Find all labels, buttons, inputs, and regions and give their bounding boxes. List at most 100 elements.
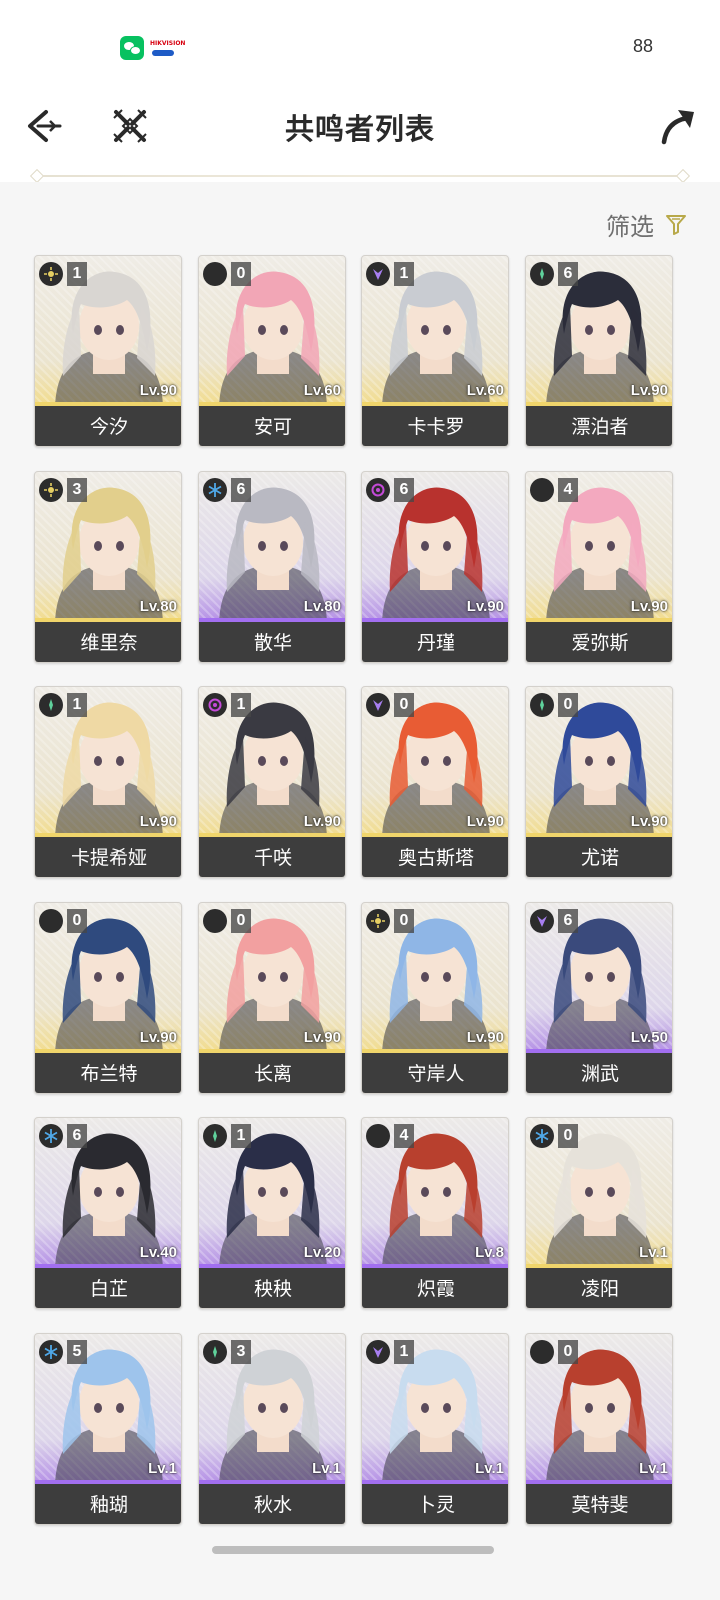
character-name: 卜灵 [362,1484,508,1524]
level-label: Lv.1 [475,1460,504,1477]
character-card[interactable]: 0 Lv.90 奥古斯塔 [361,686,509,878]
character-card[interactable]: 1 Lv.20 秧秧 [198,1117,346,1309]
character-card[interactable]: 3 Lv.1 秋水 [198,1333,346,1525]
character-name: 秧秧 [199,1268,345,1308]
character-card[interactable]: 1 Lv.90 千咲 [198,686,346,878]
character-name: 爱弥斯 [526,622,672,662]
sequence-badge: 0 [394,693,414,717]
status-bar: HIKVISION 88 [0,0,720,92]
character-card[interactable]: 0 Lv.90 长离 [198,902,346,1094]
spectro-element-icon [366,909,390,933]
character-name: 尤诺 [526,837,672,877]
character-card[interactable]: 3 Lv.80 维里奈 [34,471,182,663]
aero-element-icon [39,693,63,717]
sequence-badge: 5 [67,1340,87,1364]
level-label: Lv.90 [630,382,668,399]
filter-button[interactable]: 筛选 [606,206,688,242]
sequence-badge: 0 [558,1340,578,1364]
character-card[interactable]: 6 Lv.80 散华 [198,471,346,663]
electro-element-icon [366,262,390,286]
aero-element-icon [530,262,554,286]
glacio-element-icon [39,1340,63,1364]
aero-element-icon [530,693,554,717]
character-name: 千咲 [199,837,345,877]
character-name: 卡提希娅 [35,837,181,877]
character-card[interactable]: 0 Lv.90 布兰特 [34,902,182,1094]
character-name: 莫特斐 [526,1484,672,1524]
filter-label: 筛选 [606,212,654,241]
resonator-list: 筛选 1 Lv.90 今汐 0 Lv.60 安可 1 Lv.60 卡卡罗 6 Lv.90 漂泊者 3 Lv… [0,182,720,1600]
character-card[interactable]: 0 Lv.1 凌阳 [525,1117,673,1309]
character-card[interactable]: 0 Lv.90 守岸人 [361,902,509,1094]
level-label: Lv.8 [475,1244,504,1261]
spectro-element-icon [39,262,63,286]
level-label: Lv.1 [148,1460,177,1477]
character-card[interactable]: 1 Lv.90 今汐 [34,255,182,447]
sequence-badge: 4 [394,1124,414,1148]
glacio-element-icon [39,1124,63,1148]
sequence-badge: 4 [558,478,578,502]
sequence-badge: 6 [558,262,578,286]
home-indicator[interactable] [212,1546,494,1554]
battery-level: 88 [632,36,653,56]
sequence-badge: 0 [558,1124,578,1148]
level-label: Lv.1 [639,1460,668,1477]
sequence-badge: 1 [67,262,87,286]
header-divider [36,175,684,177]
character-card[interactable]: 5 Lv.1 釉瑚 [34,1333,182,1525]
character-name: 釉瑚 [35,1484,181,1524]
level-label: Lv.90 [466,1029,504,1046]
character-name: 漂泊者 [526,406,672,446]
character-name: 秋水 [199,1484,345,1524]
sequence-badge: 0 [394,909,414,933]
sequence-badge: 3 [67,478,87,502]
sequence-badge: 6 [558,909,578,933]
level-label: Lv.1 [639,1244,668,1261]
sequence-badge: 1 [394,1340,414,1364]
sequence-badge: 6 [67,1124,87,1148]
level-label: Lv.90 [630,598,668,615]
sequence-badge: 0 [558,693,578,717]
character-card[interactable]: 6 Lv.50 渊武 [525,902,673,1094]
character-card[interactable]: 6 Lv.90 漂泊者 [525,255,673,447]
level-label: Lv.80 [303,598,341,615]
character-card[interactable]: 4 Lv.8 炽霞 [361,1117,509,1309]
sequence-badge: 0 [231,909,251,933]
fusion-element-icon [530,1340,554,1364]
glacio-element-icon [530,1124,554,1148]
character-card[interactable]: 0 Lv.60 安可 [198,255,346,447]
character-card[interactable]: 1 Lv.60 卡卡罗 [361,255,509,447]
character-name: 炽霞 [362,1268,508,1308]
level-label: Lv.1 [312,1460,341,1477]
character-name: 维里奈 [35,622,181,662]
character-card[interactable]: 0 Lv.90 尤诺 [525,686,673,878]
character-card[interactable]: 6 Lv.40 白芷 [34,1117,182,1309]
level-label: Lv.90 [303,1029,341,1046]
sequence-badge: 6 [231,478,251,502]
hik-connect-icon: HIKVISION [150,40,185,60]
wechat-icon [120,36,144,60]
aero-element-icon [203,1124,227,1148]
character-card[interactable]: 0 Lv.1 莫特斐 [525,1333,673,1525]
share-button[interactable] [658,106,698,146]
sequence-badge: 1 [231,693,251,717]
spectro-element-icon [39,478,63,502]
character-name: 丹瑾 [362,622,508,662]
character-card[interactable]: 4 Lv.90 爱弥斯 [525,471,673,663]
character-card[interactable]: 6 Lv.90 丹瑾 [361,471,509,663]
sequence-badge: 1 [231,1124,251,1148]
character-name: 守岸人 [362,1053,508,1093]
character-card[interactable]: 1 Lv.1 卜灵 [361,1333,509,1525]
level-label: Lv.20 [303,1244,341,1261]
character-card[interactable]: 1 Lv.90 卡提希娅 [34,686,182,878]
character-name: 散华 [199,622,345,662]
sequence-badge: 3 [231,1340,251,1364]
fusion-element-icon [366,1124,390,1148]
level-label: Lv.90 [466,813,504,830]
character-name: 布兰特 [35,1053,181,1093]
funnel-icon [666,215,686,235]
electro-element-icon [366,693,390,717]
character-name: 奥古斯塔 [362,837,508,877]
level-label: Lv.60 [303,382,341,399]
fusion-element-icon [203,909,227,933]
